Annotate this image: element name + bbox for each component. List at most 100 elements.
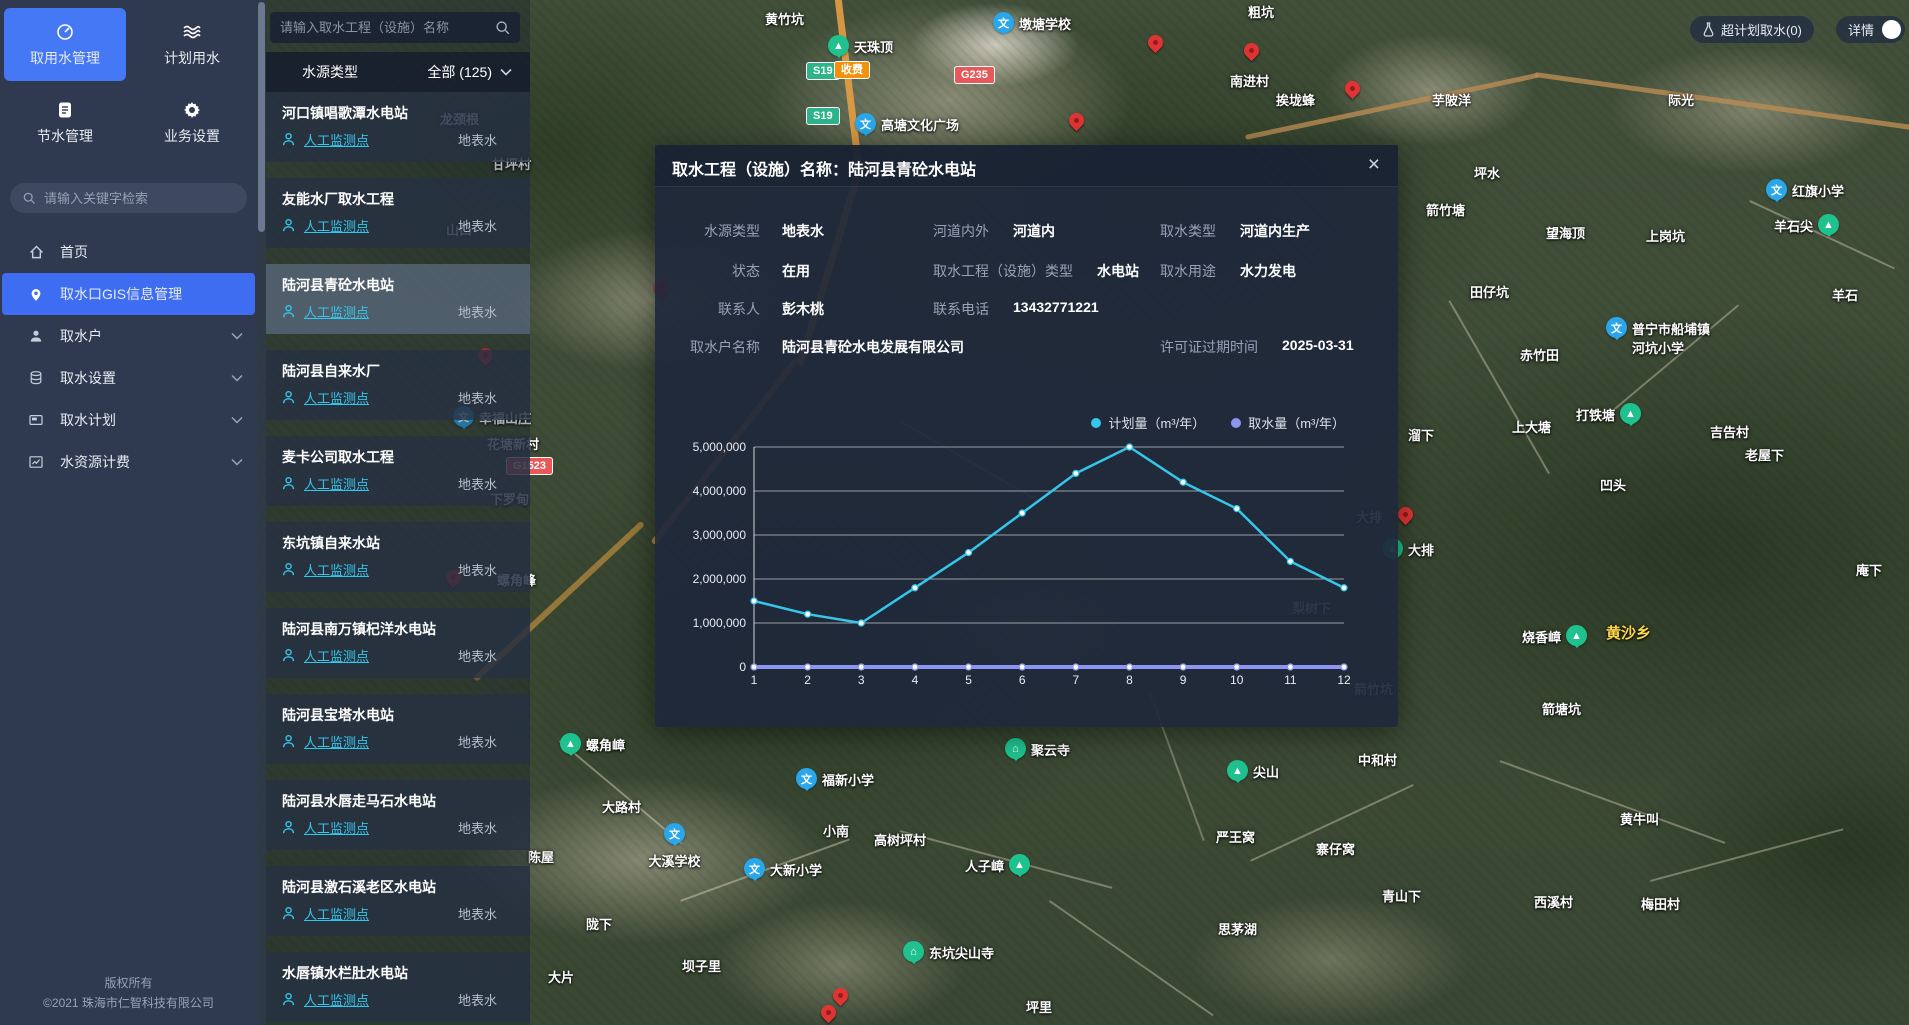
facility-name: 陆河县南万镇杞洋水电站 xyxy=(282,619,436,639)
mountain-icon: ▲ xyxy=(1818,214,1839,235)
sidebar: 取用水管理计划用水节水管理业务设置 首页取水口GIS信息管理取水户取水设置取水计… xyxy=(0,0,257,1025)
legend-item[interactable]: 取水量（m³/年） xyxy=(1231,413,1345,432)
map-marker-red[interactable] xyxy=(1395,504,1416,525)
mountain-icon: ▲ xyxy=(1566,625,1587,646)
field-value: 河道内生产 xyxy=(1240,221,1310,241)
facility-detail-modal: 取水工程（设施）名称：陆河县青砼水电站 × 水源类型地表水河道内外河道内取水类型… xyxy=(655,145,1398,727)
map-marker-red[interactable] xyxy=(1241,40,1262,61)
facility-list-item[interactable]: 东坑镇自来水站人工监测点地表水 xyxy=(266,522,530,592)
sidebar-item-4[interactable]: 取水计划 xyxy=(0,399,257,441)
school-icon: 文 xyxy=(1606,317,1627,338)
field-label: 河道内外 xyxy=(933,221,989,241)
svg-text:3,000,000: 3,000,000 xyxy=(693,528,747,542)
legend-item[interactable]: 计划量（m³/年） xyxy=(1091,413,1205,432)
map-label: 大路村 xyxy=(602,800,641,816)
mountain-icon: ▲ xyxy=(1620,403,1641,424)
poi-label: 墩塘学校 xyxy=(1019,14,1071,33)
facility-list-item[interactable]: 水唇镇水栏肚水电站人工监测点地表水 xyxy=(266,952,530,1022)
detail-toggle[interactable]: 详情 xyxy=(1836,16,1905,43)
sidebar-item-5[interactable]: 水资源计费 xyxy=(0,441,257,483)
chevron-down-icon xyxy=(231,458,243,466)
monitor-tag[interactable]: 人工监测点 xyxy=(304,216,369,235)
field-label: 取水户名称 xyxy=(655,337,760,357)
monitor-tag[interactable]: 人工监测点 xyxy=(304,646,369,665)
svg-text:1: 1 xyxy=(751,673,758,687)
facility-list-item[interactable]: 陆河县自来水厂人工监测点地表水 xyxy=(266,350,530,420)
over-plan-button[interactable]: 超计划取水(0) xyxy=(1690,16,1814,43)
sidebar-search-input[interactable] xyxy=(44,191,214,206)
facility-list-item[interactable]: 友能水厂取水工程人工监测点地表水 xyxy=(266,178,530,248)
facility-list-item[interactable]: 陆河县宝塔水电站人工监测点地表水 xyxy=(266,694,530,764)
app-tile-0[interactable]: 取用水管理 xyxy=(4,8,126,81)
map-marker-red[interactable] xyxy=(830,985,851,1006)
chart-icon xyxy=(28,454,46,470)
facility-list-item[interactable]: 河口镇唱歌潭水电站人工监测点地表水 xyxy=(266,92,530,162)
map-label: 黄牛叫 xyxy=(1620,812,1659,828)
monitor-tag[interactable]: 人工监测点 xyxy=(304,130,369,149)
sidebar-search[interactable] xyxy=(10,183,247,213)
map-marker-red[interactable] xyxy=(1066,110,1087,131)
monitor-tag[interactable]: 人工监测点 xyxy=(304,990,369,1009)
svg-text:5: 5 xyxy=(965,673,972,687)
map-label: 坪里 xyxy=(1026,1000,1052,1016)
app-tile-1[interactable]: 计划用水 xyxy=(131,8,253,81)
chevron-down-icon xyxy=(231,374,243,382)
monitor-tag[interactable]: 人工监测点 xyxy=(304,560,369,579)
monitor-tag[interactable]: 人工监测点 xyxy=(304,732,369,751)
poi-label: 尖山 xyxy=(1253,762,1279,781)
search-icon[interactable] xyxy=(495,20,510,35)
map-marker-red[interactable] xyxy=(818,1002,839,1023)
map-label: 坝子里 xyxy=(682,959,721,975)
poi-marker-mountain: ▲人子嶂 xyxy=(1009,854,1030,875)
sidebar-item-2[interactable]: 取水户 xyxy=(0,315,257,357)
map-marker-red[interactable] xyxy=(1145,32,1166,53)
facility-list-item[interactable]: 陆河县南万镇杞洋水电站人工监测点地表水 xyxy=(266,608,530,678)
poi-marker-temple: ⌂聚云寺 xyxy=(1005,738,1026,759)
facility-list-item[interactable]: 陆河县激石溪老区水电站人工监测点地表水 xyxy=(266,866,530,936)
poi-marker-mountain: ▲打铁塘 xyxy=(1620,403,1641,424)
map-label: 梅田村 xyxy=(1641,897,1680,913)
poi-label: 人子嶂 xyxy=(965,856,1004,875)
app-tile-label: 业务设置 xyxy=(164,126,220,146)
sidebar-item-3[interactable]: 取水设置 xyxy=(0,357,257,399)
app-tile-3[interactable]: 业务设置 xyxy=(131,86,253,159)
facility-search[interactable] xyxy=(270,12,520,43)
monitor-tag[interactable]: 人工监测点 xyxy=(304,474,369,493)
map-label: 箭塘坑 xyxy=(1542,702,1581,718)
app-tile-2[interactable]: 节水管理 xyxy=(4,86,126,159)
poi-label: 高塘文化广场 xyxy=(881,115,959,134)
chart-svg: 01,000,0002,000,0003,000,0004,000,0005,0… xyxy=(675,441,1378,693)
sidebar-item-0[interactable]: 首页 xyxy=(0,231,257,273)
svg-text:6: 6 xyxy=(1019,673,1026,687)
monitor-tag[interactable]: 人工监测点 xyxy=(304,388,369,407)
map-label: 际光 xyxy=(1668,93,1694,109)
map-label: 溜下 xyxy=(1408,428,1434,444)
facility-list-item[interactable]: 陆河县青砼水电站人工监测点地表水 xyxy=(266,264,530,334)
close-icon[interactable]: × xyxy=(1368,152,1380,178)
facility-list-item[interactable]: 陆河县水唇走马石水电站人工监测点地表水 xyxy=(266,780,530,850)
legend-dot-icon xyxy=(1091,418,1101,428)
scrollbar-thumb[interactable] xyxy=(258,2,265,232)
monitor-tag[interactable]: 人工监测点 xyxy=(304,904,369,923)
map-label: 小南 xyxy=(823,824,849,840)
mountain-icon: ▲ xyxy=(828,35,849,56)
sidebar-item-1[interactable]: 取水口GIS信息管理 xyxy=(2,273,255,315)
map-label: 羊石 xyxy=(1832,288,1858,304)
poi-marker-school: 文普宁市船埔镇 河坑小学 xyxy=(1606,317,1627,338)
sidebar-menu: 首页取水口GIS信息管理取水户取水设置取水计划水资源计费 xyxy=(0,231,257,483)
modal-field-row: 联系人彭木桃联系电话13432771221 xyxy=(655,299,1398,321)
poi-label: 大排 xyxy=(1408,540,1434,559)
facility-list-item[interactable]: 麦卡公司取水工程人工监测点地表水 xyxy=(266,436,530,506)
monitor-tag[interactable]: 人工监测点 xyxy=(304,818,369,837)
filter-value-dropdown[interactable]: 全部 (125) xyxy=(427,62,512,82)
list-scrollbar[interactable] xyxy=(257,0,266,1025)
map-road xyxy=(1448,300,1550,474)
poi-marker-mountain: ▲烧香嶂 xyxy=(1566,625,1587,646)
sidebar-item-label: 取水计划 xyxy=(60,410,116,430)
monitor-tag[interactable]: 人工监测点 xyxy=(304,302,369,321)
facility-name: 麦卡公司取水工程 xyxy=(282,447,394,467)
map-marker-red[interactable] xyxy=(1342,78,1363,99)
map-label: 田仔坑 xyxy=(1470,285,1509,301)
toggle-knob[interactable] xyxy=(1882,20,1901,39)
facility-search-input[interactable] xyxy=(280,20,495,35)
